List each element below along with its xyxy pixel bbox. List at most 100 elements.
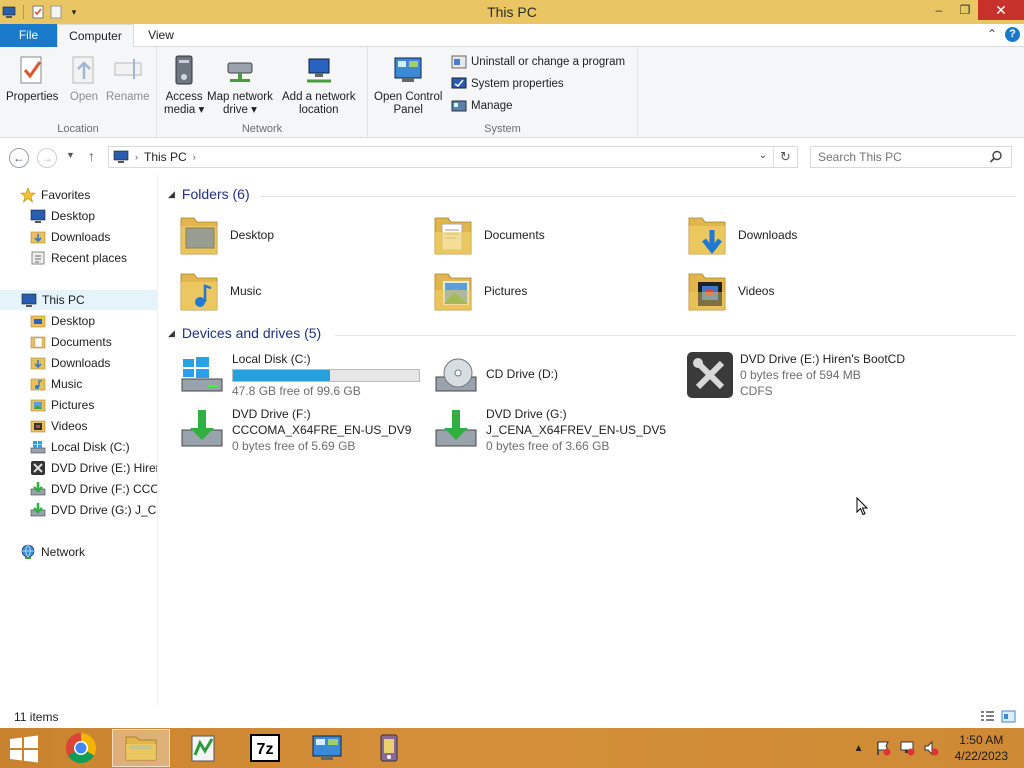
speaker-muted-icon[interactable] — [923, 740, 939, 756]
drive-local-disk-c[interactable]: Local Disk (C:) 47.8 GB free of 99.6 GB — [178, 351, 420, 399]
new-folder-icon[interactable] — [49, 5, 63, 19]
rename-button[interactable]: Rename — [106, 53, 149, 104]
nav-network[interactable]: Network — [0, 542, 157, 562]
drive-dvd-e[interactable]: DVD Drive (E:) Hiren's BootCD 0 bytes fr… — [686, 351, 905, 399]
properties-button[interactable]: Properties — [6, 53, 58, 104]
address-bar[interactable]: › This PC › ⌄ ↻ — [108, 146, 798, 168]
properties-icon[interactable] — [31, 5, 45, 19]
music-folder-icon — [180, 273, 218, 311]
folder-desktop[interactable]: Desktop — [178, 209, 274, 261]
nav-this-pc[interactable]: This PC — [0, 290, 157, 310]
tab-view[interactable]: View — [134, 24, 188, 47]
tab-computer[interactable]: Computer — [57, 24, 134, 48]
dvd-install-icon — [30, 503, 46, 517]
details-view-icon[interactable] — [980, 709, 995, 724]
taskbar-control-panel[interactable] — [298, 729, 356, 767]
music-folder-icon — [30, 378, 46, 391]
taskbar-notepad-plus[interactable] — [174, 729, 232, 767]
nav-pc-music[interactable]: Music — [0, 374, 157, 394]
mouse-cursor-icon — [856, 497, 868, 516]
access-media-button[interactable]: Access media ▾ — [164, 53, 204, 117]
nav-this-pc-label: This PC — [42, 293, 85, 307]
collapse-triangle-icon: ◢ — [168, 327, 175, 338]
clock[interactable]: 1:50 AM 4/22/2023 — [955, 732, 1008, 764]
taskbar-7zip[interactable]: 7z — [236, 729, 294, 767]
refresh-button[interactable]: ↻ — [773, 147, 797, 167]
maximize-button[interactable]: ❐ — [952, 0, 978, 20]
nav-pc-local-disk-c[interactable]: Local Disk (C:) — [0, 437, 157, 457]
properties-icon — [20, 56, 42, 84]
clock-time: 1:50 AM — [959, 733, 1004, 747]
manage-button[interactable]: Manage — [451, 97, 513, 115]
7zip-icon: 7z — [250, 734, 280, 762]
nav-pc-dvd-e[interactable]: DVD Drive (E:) Hiren — [0, 458, 157, 478]
content-area: ◢ Folders (6) Desktop Documents Download… — [160, 175, 1024, 705]
search-icon[interactable] — [989, 150, 1003, 164]
tools-icon — [687, 352, 733, 398]
clock-date: 4/22/2023 — [954, 749, 1008, 763]
nav-pc-downloads[interactable]: Downloads — [0, 353, 157, 373]
nav-pc-pictures[interactable]: Pictures — [0, 395, 157, 415]
tiles-view-icon[interactable] — [1001, 709, 1016, 724]
folder-downloads[interactable]: Downloads — [686, 209, 797, 261]
add-location-label: Add a network — [282, 91, 356, 103]
minimize-button[interactable]: – — [926, 0, 952, 20]
folder-music[interactable]: Music — [178, 265, 261, 317]
breadcrumb-this-pc[interactable]: This PC — [144, 150, 187, 164]
close-button[interactable]: ✕ — [978, 0, 1024, 20]
drive-dvd-g[interactable]: DVD Drive (G:) J_CENA_X64FREV_EN-US_DV5 … — [432, 406, 666, 454]
nav-pc-desktop[interactable]: Desktop — [0, 311, 157, 331]
add-network-location-button[interactable]: Add a network location — [282, 53, 356, 117]
system-properties-button[interactable]: System properties — [451, 75, 564, 93]
drive-dvd-f[interactable]: DVD Drive (F:) CCCOMA_X64FRE_EN-US_DV9 0… — [178, 406, 411, 454]
nav-fav-desktop[interactable]: Desktop — [0, 206, 157, 226]
drives-section-header[interactable]: ◢ Devices and drives (5) — [168, 325, 321, 341]
system-properties-icon — [451, 77, 467, 89]
taskbar-app[interactable] — [360, 729, 418, 767]
forward-button[interactable]: → — [37, 148, 57, 168]
open-button[interactable]: Open — [68, 53, 100, 104]
network-status-icon[interactable] — [899, 740, 915, 756]
help-icon[interactable]: ? — [1005, 27, 1020, 42]
map-network-drive-button[interactable]: Map network drive ▾ — [207, 53, 273, 117]
chevron-right-icon[interactable]: › — [135, 152, 138, 162]
ribbon-group-system: Open Control Panel Uninstall or change a… — [368, 47, 638, 138]
nav-item-label: Desktop — [51, 209, 96, 223]
taskbar-file-explorer[interactable] — [112, 729, 170, 767]
back-button[interactable]: ← — [9, 148, 29, 168]
rename-icon — [114, 59, 142, 79]
manage-icon — [451, 100, 467, 112]
windows-start-icon[interactable] — [8, 734, 40, 764]
up-button[interactable]: ↑ — [88, 148, 95, 164]
item-count: 11 items — [14, 710, 59, 724]
nav-item-label: DVD Drive (E:) Hiren — [51, 461, 157, 475]
chevron-up-icon[interactable]: ⌃ — [987, 27, 997, 42]
search-input[interactable] — [818, 150, 983, 164]
folder-pictures[interactable]: Pictures — [432, 265, 527, 317]
chevron-right-icon[interactable]: › — [193, 152, 196, 162]
chevron-down-icon[interactable]: ▾ — [67, 5, 81, 19]
folder-documents[interactable]: Documents — [432, 209, 545, 261]
drive-cd-d[interactable]: CD Drive (D:) — [432, 351, 558, 399]
control-panel-icon — [394, 57, 422, 82]
action-center-flag-icon[interactable] — [875, 740, 891, 756]
recent-locations-button[interactable]: ▼ — [66, 150, 75, 160]
chevron-down-icon[interactable]: ⌄ — [759, 150, 767, 161]
taskbar: 7z ▲ 1:50 AM 4/22/2023 — [0, 728, 1024, 768]
nav-pc-documents[interactable]: Documents — [0, 332, 157, 352]
folders-section-header[interactable]: ◢ Folders (6) — [168, 186, 250, 202]
nav-pc-dvd-f[interactable]: DVD Drive (F:) CCCC — [0, 479, 157, 499]
nav-favorites[interactable]: Favorites — [0, 185, 157, 205]
nav-fav-recent-places[interactable]: Recent places — [0, 248, 157, 268]
folder-videos[interactable]: Videos — [686, 265, 774, 317]
nav-fav-downloads[interactable]: Downloads — [0, 227, 157, 247]
open-control-panel-button[interactable]: Open Control Panel — [374, 53, 442, 117]
uninstall-program-button[interactable]: Uninstall or change a program — [451, 53, 625, 71]
ribbon-group-location: Properties Open Rename Location — [0, 47, 157, 138]
taskbar-chrome[interactable] — [52, 729, 110, 767]
computer-icon[interactable] — [2, 5, 16, 19]
nav-pc-videos[interactable]: Videos — [0, 416, 157, 436]
nav-pc-dvd-g[interactable]: DVD Drive (G:) J_CEN — [0, 500, 157, 520]
chevron-up-icon[interactable]: ▲ — [851, 740, 867, 756]
tab-file[interactable]: File — [0, 24, 57, 47]
